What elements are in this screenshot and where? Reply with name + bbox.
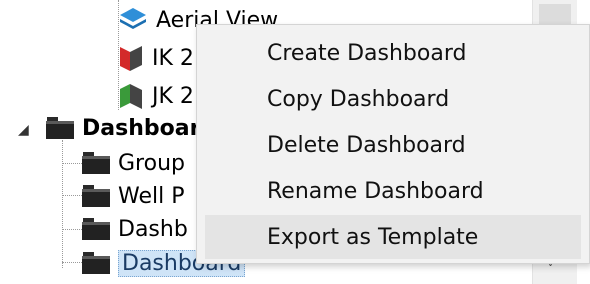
scroll-down-arrow-icon[interactable]: ˅ — [547, 262, 554, 278]
menu-item-label: Create Dashboard — [267, 40, 467, 66]
folder-icon — [82, 252, 110, 274]
context-menu: Create Dashboard Copy Dashboard Delete D… — [196, 24, 590, 264]
folder-icon — [82, 152, 110, 174]
tree-item-label: Well P — [118, 183, 185, 209]
folder-icon — [46, 117, 74, 139]
section-green-icon — [120, 84, 142, 109]
menu-item-label: Rename Dashboard — [267, 178, 484, 204]
tree-guide-line — [62, 140, 63, 268]
tree-item-label: Group — [118, 150, 185, 176]
section-red-icon — [120, 46, 142, 71]
folder-icon — [82, 218, 110, 240]
tree-item-label: Dashb — [118, 216, 188, 242]
folder-icon — [82, 185, 110, 207]
menu-item-create-dashboard[interactable]: Create Dashboard — [205, 31, 581, 75]
menu-item-export-as-template[interactable]: Export as Template — [205, 215, 581, 259]
tree-guide-line — [62, 262, 82, 263]
tree-item-label: JK 2 — [152, 83, 194, 109]
tree-item-label: IK 2 — [152, 45, 194, 71]
layers-icon — [120, 8, 146, 29]
tree-item-well-p[interactable]: Well P — [82, 180, 184, 212]
tree-item-ik-2[interactable]: IK 2 — [118, 42, 194, 74]
tree-guide-line — [62, 195, 82, 196]
tree-guide-line — [62, 229, 82, 230]
menu-item-rename-dashboard[interactable]: Rename Dashboard — [205, 169, 581, 213]
tree-item-dashb[interactable]: Dashb — [82, 213, 188, 245]
menu-item-label: Delete Dashboard — [267, 132, 466, 158]
menu-item-copy-dashboard[interactable]: Copy Dashboard — [205, 77, 581, 121]
menu-item-label: Copy Dashboard — [267, 86, 450, 112]
menu-item-delete-dashboard[interactable]: Delete Dashboard — [205, 123, 581, 167]
tree-item-jk-2[interactable]: JK 2 — [118, 80, 194, 112]
collapse-arrow-icon[interactable]: ◢ — [18, 122, 29, 138]
tree-item-group[interactable]: Group — [82, 147, 185, 179]
menu-item-label: Export as Template — [267, 224, 479, 250]
tree-guide-line — [62, 163, 82, 164]
